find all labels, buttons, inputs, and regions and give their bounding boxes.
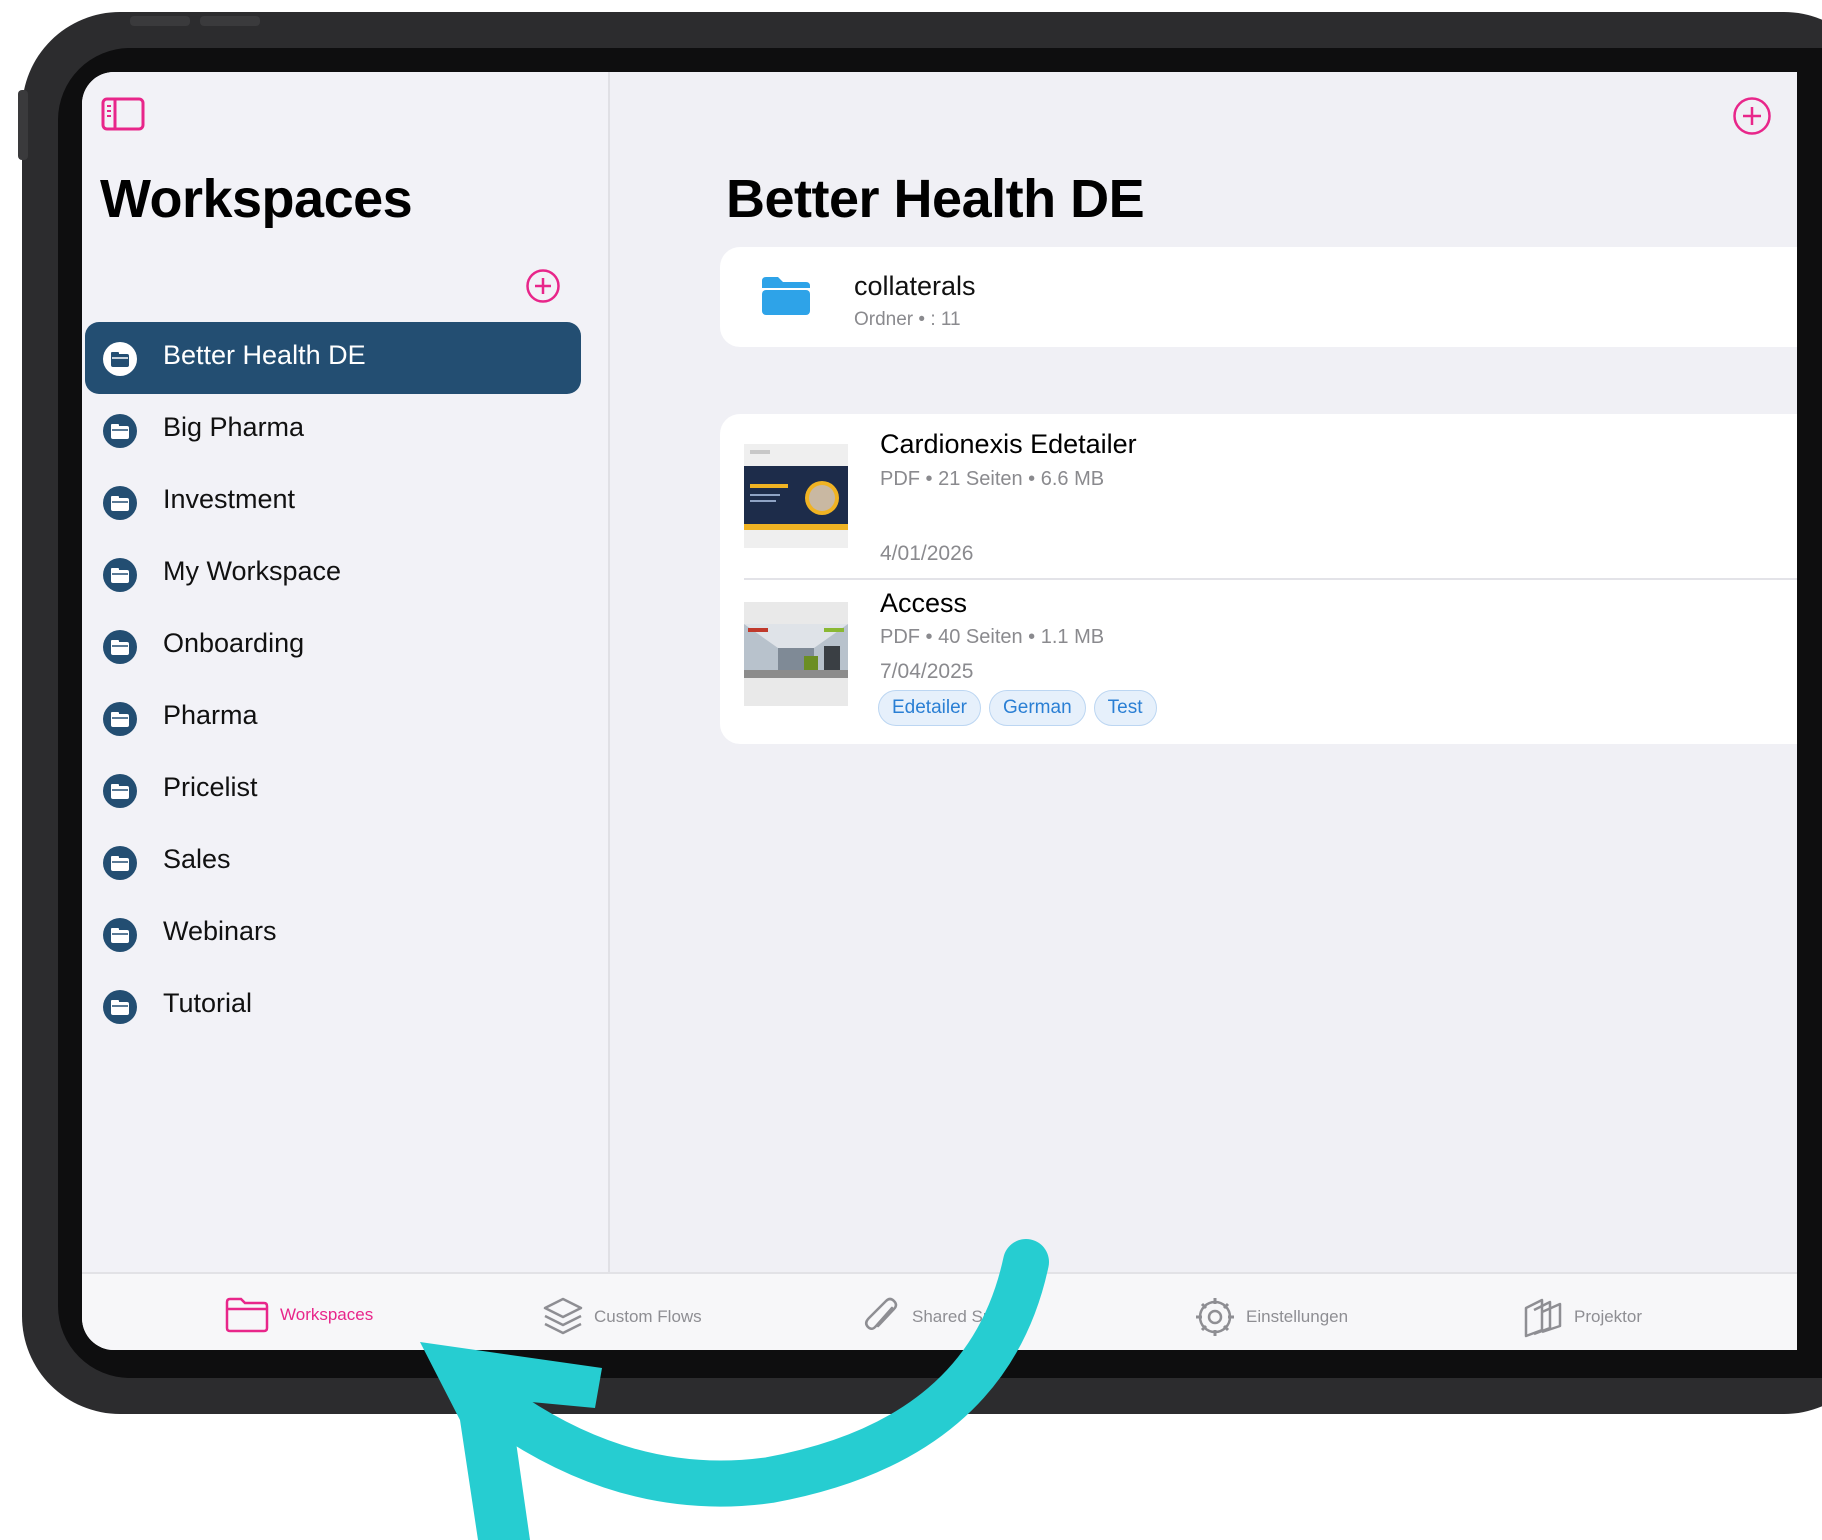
workspace-folder-icon [103, 342, 137, 376]
workspace-item-my-workspace[interactable]: My Workspace [85, 538, 581, 610]
workspace-label: Big Pharma [163, 412, 305, 442]
workspace-folder-icon [103, 918, 137, 952]
layers-icon [543, 1297, 583, 1335]
document-meta: PDF • 40 Seiten • 1.1 MB [880, 626, 1105, 648]
workspace-list: Better Health DE Big Pharma Investment M… [85, 322, 581, 1042]
workspace-folder-icon [103, 486, 137, 520]
workspace-item-webinars[interactable]: Webinars [85, 898, 581, 970]
tab-workspaces[interactable]: Workspaces [224, 1296, 373, 1334]
folder-meta: Ordner • : 11 [854, 309, 961, 330]
workspace-label: Onboarding [163, 628, 305, 658]
workspace-item-pharma[interactable]: Pharma [85, 682, 581, 754]
workspace-item-sales[interactable]: Sales [85, 826, 581, 898]
workspace-label: Pharma [163, 700, 258, 730]
paperclip-icon [865, 1297, 898, 1330]
document-date: 4/01/2026 [880, 542, 974, 565]
workspace-label: Tutorial [163, 988, 253, 1018]
document-thumbnail [744, 602, 848, 706]
document-thumbnail [744, 444, 848, 548]
tab-label: Projektor [1574, 1307, 1643, 1326]
folder-icon [762, 277, 810, 315]
workspace-item-pricelist[interactable]: Pricelist [85, 754, 581, 826]
app-screen: Workspaces Better Health DE Big Pharma I… [82, 72, 1797, 1350]
add-workspace-button[interactable] [525, 268, 561, 304]
workspace-folder-icon [103, 774, 137, 808]
workspace-folder-icon [103, 702, 137, 736]
tag-edetailer[interactable]: Edetailer [878, 690, 981, 726]
documents-list: Cardionexis Edetailer PDF • 21 Seiten • … [720, 414, 1797, 744]
tab-label: Custom Flows [594, 1307, 702, 1326]
gear-icon [1196, 1298, 1234, 1336]
document-date: 7/04/2025 [880, 660, 974, 683]
tab-einstellungen[interactable]: Einstellungen [1194, 1296, 1348, 1338]
tab-bar: Workspaces Custom Flows Shared Spaces Ei… [82, 1272, 1797, 1350]
workspace-label: Webinars [163, 916, 277, 946]
workspace-folder-icon [103, 990, 137, 1024]
workspace-label: My Workspace [163, 556, 342, 586]
sidebar: Workspaces Better Health DE Big Pharma I… [82, 72, 610, 1272]
workspace-item-investment[interactable]: Investment [85, 466, 581, 538]
workspace-label: Sales [163, 844, 231, 874]
main-content: Better Health DE collaterals Ordner • : … [610, 72, 1797, 1272]
workspace-folder-icon [103, 558, 137, 592]
tag-test[interactable]: Test [1093, 690, 1157, 726]
tab-label: Einstellungen [1246, 1307, 1349, 1326]
workspace-label: Pricelist [163, 772, 258, 802]
page-title: Better Health DE [726, 169, 1145, 229]
document-row-access[interactable]: Access PDF • 40 Seiten • 1.1 MB 7/04/202… [720, 580, 1797, 744]
workspace-folder-icon [103, 846, 137, 880]
hardware-button [18, 90, 28, 160]
tab-label: Workspaces [280, 1305, 374, 1324]
tab-projektor[interactable]: Projektor [1522, 1296, 1642, 1338]
document-meta: PDF • 21 Seiten • 6.6 MB [880, 468, 1105, 490]
workspace-folder-icon [103, 630, 137, 664]
folder-name: collaterals [854, 271, 976, 301]
sidebar-toggle-icon[interactable] [101, 97, 145, 131]
workspace-item-tutorial[interactable]: Tutorial [85, 970, 581, 1042]
document-row-cardionexis[interactable]: Cardionexis Edetailer PDF • 21 Seiten • … [720, 414, 1797, 578]
document-title: Access [880, 588, 968, 618]
projector-icon [1524, 1298, 1562, 1338]
workspace-folder-icon [103, 414, 137, 448]
document-title: Cardionexis Edetailer [880, 429, 1137, 459]
workspace-item-big-pharma[interactable]: Big Pharma [85, 394, 581, 466]
folder-icon [225, 1297, 269, 1333]
add-button[interactable] [1732, 96, 1772, 136]
folder-row-collaterals[interactable]: collaterals Ordner • : 11 [720, 247, 1797, 347]
tab-label: Shared Spaces [912, 1307, 1029, 1326]
tag-german[interactable]: German [989, 690, 1086, 726]
workspace-label: Better Health DE [163, 340, 366, 370]
tab-custom-flows[interactable]: Custom Flows [542, 1296, 702, 1338]
workspace-item-better-health-de[interactable]: Better Health DE [85, 322, 581, 394]
document-tags: Edetailer German Test [878, 690, 1157, 726]
tab-shared-spaces[interactable]: Shared Spaces [862, 1296, 1028, 1338]
hardware-button [130, 16, 190, 26]
hardware-button [200, 16, 260, 26]
sidebar-title: Workspaces [100, 169, 413, 229]
workspace-item-onboarding[interactable]: Onboarding [85, 610, 581, 682]
workspace-label: Investment [163, 484, 296, 514]
